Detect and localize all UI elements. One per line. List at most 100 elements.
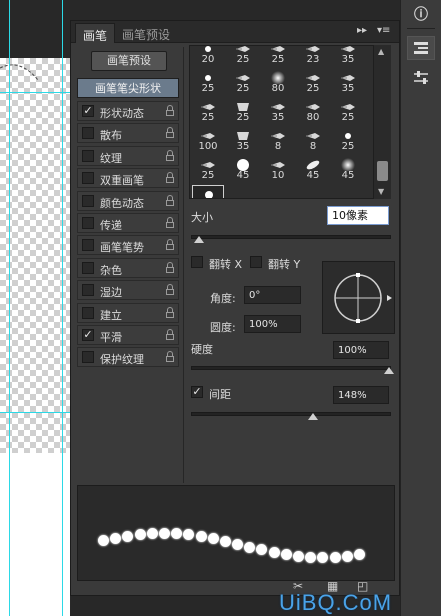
option-checkbox[interactable]: ✓: [82, 329, 94, 341]
checkbox-box[interactable]: [250, 256, 262, 268]
checkbox-box[interactable]: ✓: [191, 386, 203, 398]
scroll-down-icon[interactable]: ▼: [378, 187, 384, 196]
option-checkbox[interactable]: [82, 149, 94, 162]
angle-roundness-widget[interactable]: [322, 261, 395, 334]
hardness-slider[interactable]: [191, 366, 391, 370]
spacing-slider-thumb[interactable]: [308, 413, 318, 420]
brush-tip-cell[interactable]: 25: [192, 98, 224, 127]
lock-icon[interactable]: [165, 239, 175, 251]
brush-size-label: 8: [274, 141, 282, 152]
brush-tip-cell[interactable]: 35: [227, 127, 259, 156]
spacing-field[interactable]: 148%: [333, 386, 389, 404]
lock-icon[interactable]: [165, 217, 175, 229]
brush-tip-shape-item[interactable]: 画笔笔尖形状: [77, 78, 179, 98]
brush-tip-cell[interactable]: 8: [262, 127, 294, 156]
lock-icon[interactable]: [165, 172, 175, 184]
brush-presets-button[interactable]: 画笔预设: [91, 51, 167, 71]
lock-icon[interactable]: [165, 149, 175, 162]
brush-tip-cell[interactable]: 25: [332, 98, 364, 127]
tab-brush-presets[interactable]: 画笔预设: [115, 23, 177, 43]
brush-panel-icon[interactable]: [407, 36, 435, 60]
option-checkbox[interactable]: [82, 239, 94, 252]
hardness-slider-thumb[interactable]: [384, 367, 394, 374]
brush-tip-cell[interactable]: 25: [192, 156, 224, 185]
white-canvas[interactable]: [0, 453, 70, 616]
stroke-dot: [146, 528, 158, 540]
brush-option-item[interactable]: 颜色动态: [77, 190, 179, 211]
option-checkbox[interactable]: [82, 172, 94, 185]
option-checkbox[interactable]: [82, 306, 94, 319]
brush-size-label: 20: [201, 54, 215, 65]
lock-icon[interactable]: [165, 261, 175, 274]
brush-tip-cell[interactable]: 45: [332, 156, 364, 185]
transparent-canvas[interactable]: [0, 58, 70, 453]
brush-tip-cell[interactable]: 25: [227, 69, 259, 98]
brush-option-item[interactable]: 保护纹理: [77, 347, 179, 368]
scroll-thumb[interactable]: [377, 161, 388, 181]
brush-option-item[interactable]: 湿边: [77, 280, 179, 301]
brush-option-item[interactable]: ✓ 平滑: [77, 325, 179, 345]
brush-tip-cell[interactable]: 20: [192, 46, 224, 69]
lock-icon[interactable]: [165, 194, 175, 207]
grid-scrollbar[interactable]: ▲ ▼: [373, 45, 391, 199]
canvas-area[interactable]: [0, 0, 70, 616]
scroll-up-icon[interactable]: ▲: [378, 47, 384, 56]
size-slider[interactable]: [191, 235, 391, 239]
option-checkbox[interactable]: [82, 261, 94, 274]
brush-tip-cell[interactable]: 25: [262, 46, 294, 69]
brush-tip-cell[interactable]: 25: [332, 127, 364, 156]
info-icon[interactable]: ⓘ: [407, 2, 435, 26]
roundness-field[interactable]: 100%: [244, 315, 301, 333]
brush-panel: 画笔 画笔预设 ▸▸ ▾≡ 画笔预设 画笔笔尖形状 20 25 25 23 35 25 25…: [70, 20, 400, 596]
tab-brush[interactable]: 画笔: [75, 23, 116, 43]
lock-icon[interactable]: [165, 127, 175, 139]
brush-tip-cell[interactable]: 25: [192, 69, 224, 98]
brush-tip-cell[interactable]: 45: [297, 156, 329, 185]
brush-option-item[interactable]: 杂色: [77, 257, 179, 278]
adjust-sliders-icon[interactable]: [407, 66, 435, 90]
brush-option-item[interactable]: 散布: [77, 123, 179, 144]
lock-icon[interactable]: [165, 284, 175, 296]
brush-option-item[interactable]: 画笔笔势: [77, 235, 179, 256]
brush-option-item[interactable]: 纹理: [77, 145, 179, 166]
brush-option-item[interactable]: 双重画笔: [77, 168, 179, 189]
brush-option-item[interactable]: 传递: [77, 213, 179, 233]
brush-option-item[interactable]: ✓ 形状动态: [77, 101, 179, 121]
option-checkbox[interactable]: [82, 217, 94, 229]
checkbox-box[interactable]: [191, 256, 203, 268]
hardness-field[interactable]: 100%: [333, 341, 389, 359]
brush-tip-cell[interactable]: 80: [262, 69, 294, 98]
lock-icon[interactable]: [165, 306, 175, 319]
lock-icon[interactable]: [165, 329, 175, 341]
brush-tip-cell[interactable]: 8: [297, 127, 329, 156]
brush-tip-cell[interactable]: 13: [192, 185, 224, 198]
brush-tip-cell[interactable]: 25: [227, 98, 259, 127]
brush-tip-cell[interactable]: 35: [262, 98, 294, 127]
brush-tip-cell[interactable]: 25: [297, 69, 329, 98]
stroke-dot: [256, 544, 268, 556]
brush-tip-cell[interactable]: 45: [227, 156, 259, 185]
option-checkbox[interactable]: [82, 127, 94, 140]
brush-tip-cell[interactable]: 80: [297, 98, 329, 127]
size-field[interactable]: 10像素: [327, 206, 389, 225]
brush-tip-cell[interactable]: 10: [262, 156, 294, 185]
option-checkbox[interactable]: [82, 284, 94, 297]
option-checkbox[interactable]: [82, 194, 94, 207]
lock-icon[interactable]: [165, 351, 175, 363]
option-checkbox[interactable]: [82, 351, 94, 364]
brush-tip-icon: [200, 188, 218, 198]
brush-tip-cell[interactable]: 35: [332, 69, 364, 98]
brush-tip-cell[interactable]: 25: [227, 46, 259, 69]
angle-field[interactable]: 0°: [244, 286, 301, 304]
brush-tip-cell[interactable]: 35: [332, 46, 364, 69]
brush-size-label: 25: [236, 112, 250, 123]
lock-icon[interactable]: [165, 105, 175, 117]
brush-tip-cell[interactable]: 100: [192, 127, 224, 156]
panel-menu-icon[interactable]: ▾≡: [377, 25, 390, 36]
collapse-arrows-icon[interactable]: ▸▸: [357, 25, 367, 36]
spacing-slider[interactable]: [191, 412, 391, 416]
option-checkbox[interactable]: ✓: [82, 105, 94, 117]
brush-tip-cell[interactable]: 23: [297, 46, 329, 69]
brush-option-item[interactable]: 建立: [77, 302, 179, 323]
size-slider-thumb[interactable]: [194, 236, 204, 243]
